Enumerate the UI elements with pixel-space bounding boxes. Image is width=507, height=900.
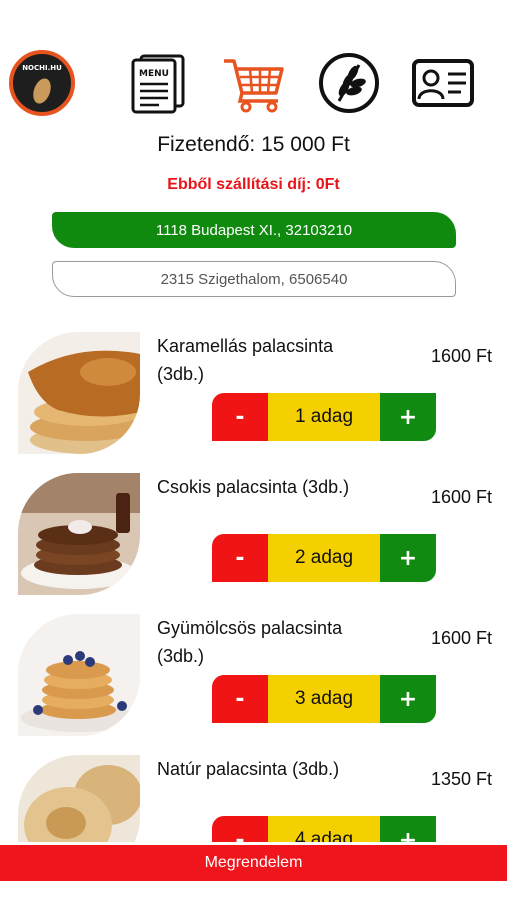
top-nav: NOCHI.HU MENU: [0, 48, 507, 118]
cart-items-list: Karamellás palacsinta (3db.) 1600 Ft - 1…: [0, 330, 507, 842]
address-option[interactable]: 2315 Szigethalom, 6506540: [52, 261, 456, 297]
increase-button[interactable]: +: [380, 534, 436, 582]
item-price: 1600 Ft: [430, 346, 492, 366]
decrease-button[interactable]: -: [212, 816, 268, 842]
item-name: Natúr palacsinta (3db.): [157, 759, 340, 779]
quantity-stepper: - 4 adag +: [212, 816, 436, 842]
logo-badge: NOCHI.HU: [9, 50, 75, 116]
decrease-button[interactable]: -: [212, 393, 268, 441]
logo-bean-icon: [30, 76, 54, 106]
order-submit-button[interactable]: Megrendelem: [0, 845, 507, 881]
item-price: 1600 Ft: [430, 628, 492, 648]
logo-text: NOCHI.HU: [22, 64, 62, 72]
item-image-plain-pancake: [18, 755, 140, 842]
increase-button[interactable]: +: [380, 816, 436, 842]
item-name: Csokis palacsinta (3db.): [157, 477, 350, 497]
cart-item: Natúr palacsinta (3db.) 1350 Ft - 4 adag…: [0, 753, 507, 842]
cart-icon[interactable]: [218, 48, 288, 118]
decrease-button[interactable]: -: [212, 534, 268, 582]
cart-item: Gyümölcsös palacsinta (3db.) 1600 Ft - 3…: [0, 612, 507, 742]
increase-button[interactable]: +: [380, 675, 436, 723]
quantity-value: 1 adag: [268, 393, 380, 441]
quantity-stepper: - 2 adag +: [212, 534, 436, 582]
quantity-stepper: - 1 adag +: [212, 393, 436, 441]
cart-item: Karamellás palacsinta (3db.) 1600 Ft - 1…: [0, 330, 507, 460]
profile-card-icon[interactable]: [408, 48, 478, 118]
quantity-value: 4 adag: [268, 816, 380, 842]
item-name: Karamellás palacsinta (3db.): [157, 336, 334, 384]
item-name: Gyümölcsös palacsinta (3db.): [157, 618, 343, 666]
logo[interactable]: NOCHI.HU: [7, 48, 77, 118]
cart-item: Csokis palacsinta (3db.) 1600 Ft - 2 ada…: [0, 471, 507, 601]
address-option-selected[interactable]: 1118 Budapest XI., 32103210: [52, 212, 456, 248]
shipping-fee: Ebből szállítási díj: 0Ft: [167, 176, 340, 193]
item-price: 1350 Ft: [430, 769, 492, 789]
quantity-value: 3 adag: [268, 675, 380, 723]
gluten-free-icon[interactable]: [314, 48, 384, 118]
quantity-stepper: - 3 adag +: [212, 675, 436, 723]
item-image-fruit-pancake: [18, 614, 140, 736]
menu-icon[interactable]: MENU: [124, 48, 194, 118]
item-image-chocolate-pancake: [18, 473, 140, 595]
decrease-button[interactable]: -: [212, 675, 268, 723]
menu-icon-text: MENU: [139, 69, 169, 79]
increase-button[interactable]: +: [380, 393, 436, 441]
item-image-caramel-pancake: [18, 332, 140, 454]
quantity-value: 2 adag: [268, 534, 380, 582]
item-price: 1600 Ft: [430, 487, 492, 507]
order-total: Fizetendő: 15 000 Ft: [157, 133, 350, 156]
